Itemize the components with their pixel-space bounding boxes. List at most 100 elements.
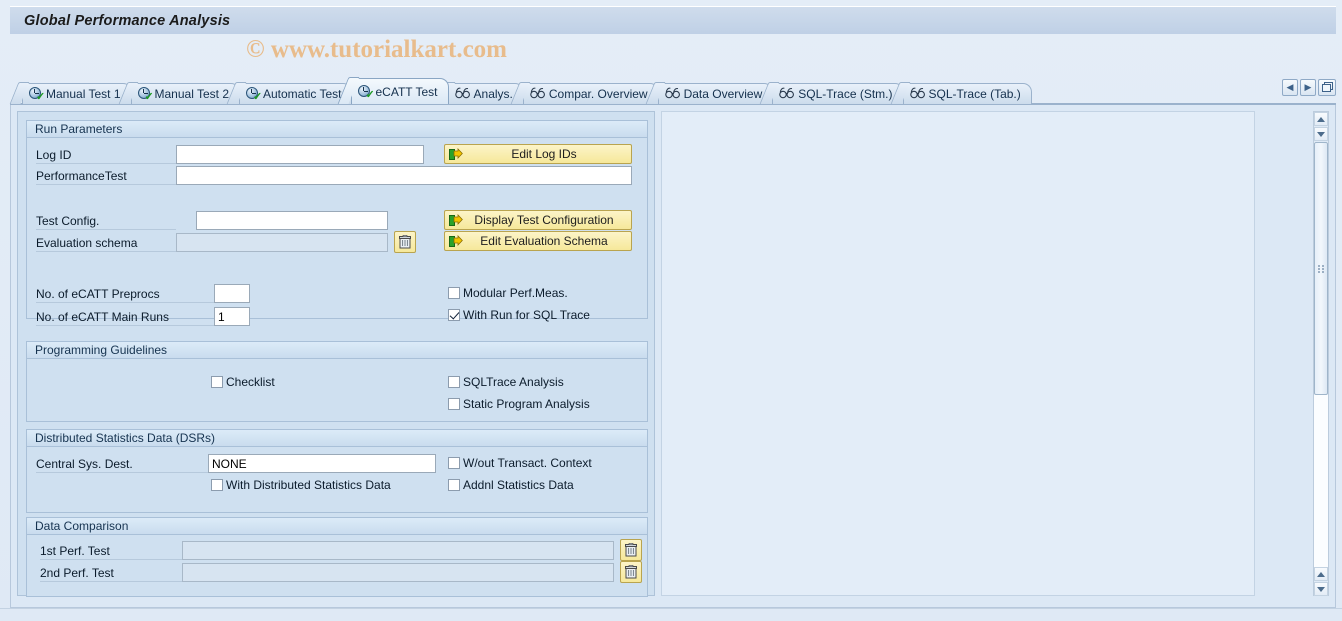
tab-label: SQL-Trace (Tab.) xyxy=(928,87,1021,101)
triangle-up-icon xyxy=(1317,571,1325,577)
performance-test-input[interactable] xyxy=(176,166,632,185)
second-perf-test-label: 2nd Perf. Test xyxy=(40,564,182,582)
checkbox-with-distributed-statistics-data[interactable]: With Distributed Statistics Data xyxy=(211,478,391,492)
edit-evaluation-schema-button[interactable]: Edit Evaluation Schema xyxy=(444,231,632,251)
watermark: © www.tutorialkart.com xyxy=(246,36,507,63)
edit-log-ids-button[interactable]: Edit Log IDs xyxy=(444,144,632,164)
glasses-icon xyxy=(454,87,471,102)
test-config-input[interactable] xyxy=(196,211,388,230)
tab-label: Compar. Overview xyxy=(548,87,648,101)
glasses-icon xyxy=(664,87,681,102)
checkbox-label: Modular Perf.Meas. xyxy=(463,286,568,300)
delete-first-perf-test-button[interactable] xyxy=(620,539,642,561)
vertical-scrollbar[interactable] xyxy=(1313,111,1329,596)
display-test-configuration-label: Display Test Configuration xyxy=(474,213,614,227)
tab-strip: ✓ Manual Test 1 ✓ Manual Test 2 ✓ Automatic T… xyxy=(10,78,1336,105)
test-config-label: Test Config. xyxy=(36,212,176,230)
right-empty-panel xyxy=(661,111,1255,596)
second-perf-test-input[interactable] xyxy=(182,563,614,582)
tab-list-icon[interactable] xyxy=(1318,79,1336,96)
tab-sql-trace-tab[interactable]: SQL-Trace (Tab.) xyxy=(902,83,1032,104)
tab-ecatt-test[interactable]: ✓ eCATT Test xyxy=(351,78,449,104)
tab-label: Manual Test 2 xyxy=(154,87,230,101)
group-distributed-statistics-title: Distributed Statistics Data (DSRs) xyxy=(27,430,647,447)
trash-icon xyxy=(625,565,637,579)
scroll-down-button[interactable] xyxy=(1314,582,1328,596)
scroll-up-button-bottom[interactable] xyxy=(1314,567,1328,581)
checkbox-modular-perf-meas[interactable]: Modular Perf.Meas. xyxy=(448,286,568,300)
no-ecatt-preprocs-label: No. of eCATT Preprocs xyxy=(36,285,214,303)
display-test-configuration-button[interactable]: Display Test Configuration xyxy=(444,210,632,230)
evaluation-schema-input[interactable] xyxy=(176,233,388,252)
delete-evaluation-schema-button[interactable] xyxy=(394,231,416,253)
first-perf-test-input[interactable] xyxy=(182,541,614,560)
trash-icon xyxy=(399,235,411,249)
edit-log-ids-label: Edit Log IDs xyxy=(511,147,577,161)
tab-nav-buttons: ◀ ▶ xyxy=(1282,79,1336,96)
checkbox-checklist[interactable]: Checklist xyxy=(211,375,275,389)
tab-manual-test-1[interactable]: ✓ Manual Test 1 xyxy=(22,83,132,104)
tab-label: SQL-Trace (Stm.) xyxy=(798,87,893,101)
triangle-up-icon xyxy=(1317,116,1325,122)
no-ecatt-main-runs-input[interactable]: 1 xyxy=(214,307,250,326)
glasses-icon xyxy=(530,87,546,102)
tab-data-overview[interactable]: Data Overview xyxy=(657,83,774,104)
checkbox-with-run-for-sql-trace[interactable]: With Run for SQL Trace xyxy=(448,308,590,322)
delete-second-perf-test-button[interactable] xyxy=(620,561,642,583)
checkbox-box xyxy=(448,479,460,491)
page-title: Global Performance Analysis xyxy=(24,12,231,29)
checkbox-label: Addnl Statistics Data xyxy=(463,478,574,492)
evaluation-schema-label: Evaluation schema xyxy=(36,234,176,252)
tab-label: Manual Test 1 xyxy=(46,87,121,101)
tab-list: ✓ Manual Test 1 ✓ Manual Test 2 ✓ Automatic T… xyxy=(22,78,1032,104)
checkbox-label: SQLTrace Analysis xyxy=(463,375,564,389)
tab-automatic-test[interactable]: ✓ Automatic Test xyxy=(239,83,353,104)
checkbox-wout-transact-context[interactable]: W/out Transact. Context xyxy=(448,456,592,470)
checkbox-box xyxy=(448,287,460,299)
tab-label: Analys. xyxy=(473,87,513,101)
content-canvas: Run Parameters Log ID Edit Log IDs Perfo… xyxy=(10,105,1336,608)
glasses-icon xyxy=(909,87,926,102)
tab-sql-trace-stm[interactable]: SQL-Trace (Stm.) xyxy=(772,83,904,104)
log-id-label: Log ID xyxy=(36,146,176,164)
checkbox-static-program-analysis[interactable]: Static Program Analysis xyxy=(448,397,590,411)
checkbox-box xyxy=(211,479,223,491)
tab-manual-test-2[interactable]: ✓ Manual Test 2 xyxy=(130,83,240,104)
tab-label: eCATT Test xyxy=(375,84,438,99)
clock-check-icon: ✓ xyxy=(246,87,262,103)
trash-icon xyxy=(625,543,637,557)
checkbox-box xyxy=(211,376,223,388)
triangle-down-icon xyxy=(1317,131,1325,137)
group-run-parameters-title: Run Parameters xyxy=(27,121,647,138)
checkbox-sqltrace-analysis[interactable]: SQLTrace Analysis xyxy=(448,375,564,389)
window-title-bar: Global Performance Analysis xyxy=(10,6,1336,34)
log-id-input[interactable] xyxy=(176,145,424,164)
scrollbar-thumb[interactable] xyxy=(1314,142,1328,395)
no-ecatt-preprocs-input[interactable] xyxy=(214,284,250,303)
chevron-left-icon[interactable]: ◀ xyxy=(1282,79,1298,96)
clock-check-icon: ✓ xyxy=(29,87,45,103)
checkbox-label: Checklist xyxy=(226,375,275,389)
form-area: Run Parameters Log ID Edit Log IDs Perfo… xyxy=(17,111,655,597)
checkbox-addnl-statistics-data[interactable]: Addnl Statistics Data xyxy=(448,478,574,492)
clock-check-icon: ✓ xyxy=(137,87,154,103)
tab-label: Data Overview xyxy=(683,87,763,101)
central-sys-dest-input[interactable]: NONE xyxy=(208,454,436,473)
checkbox-label: W/out Transact. Context xyxy=(463,456,592,470)
scroll-down-button-top[interactable] xyxy=(1314,127,1328,141)
tab-compar-overview[interactable]: Compar. Overview xyxy=(522,83,659,104)
clock-check-icon: ✓ xyxy=(358,84,375,100)
checkbox-box xyxy=(448,457,460,469)
chevron-right-icon[interactable]: ▶ xyxy=(1300,79,1316,96)
central-sys-dest-label: Central Sys. Dest. xyxy=(36,455,208,473)
bottom-strip xyxy=(0,608,1342,621)
checkbox-label: Static Program Analysis xyxy=(463,397,590,411)
green-arrow-icon xyxy=(449,234,463,247)
group-data-comparison-title: Data Comparison xyxy=(27,518,647,535)
performance-test-label: PerformanceTest xyxy=(36,167,176,185)
group-programming-guidelines-title: Programming Guidelines xyxy=(27,342,647,359)
green-arrow-icon xyxy=(449,147,463,160)
first-perf-test-label: 1st Perf. Test xyxy=(40,542,182,560)
green-arrow-icon xyxy=(449,213,463,226)
scroll-up-button[interactable] xyxy=(1314,112,1328,126)
